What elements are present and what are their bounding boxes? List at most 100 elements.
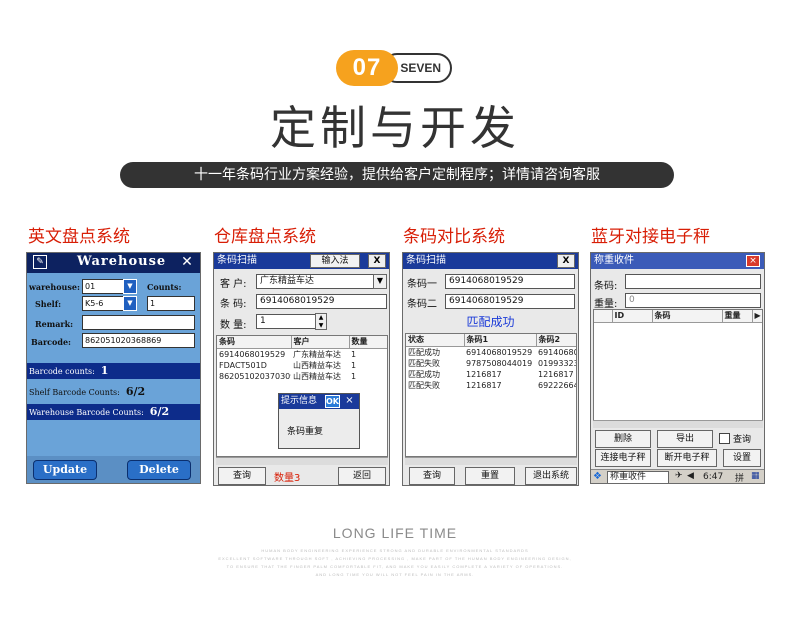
table-row[interactable]: 6914068019529 广东精益车达 1 [217,348,387,360]
exit-button[interactable]: 退出系统 [525,467,577,485]
table-cell: 9787508044019 [466,358,533,368]
compare-table: 状态 条码1 条码2 匹配成功 6914068019529 691406801 … [405,333,577,457]
table-row[interactable]: 862051020370309 山西精益车达 1 [217,371,387,382]
scroll-right-icon[interactable]: ▶ [752,310,762,323]
warehouse-counts-band: Warehouse Barcode Counts: 6/2 [27,404,200,420]
quantity-status: 数量3 [274,473,301,484]
shelf-counts-row: Shelf Barcode Counts: 6/2 [29,385,145,398]
reset-button[interactable]: 重置 [465,467,515,485]
table-header: 状态 条码1 条码2 [406,334,576,347]
quantity-stepper[interactable]: ▲ ▼ [315,313,327,330]
counts-input[interactable]: 1 [147,296,195,311]
table-row[interactable]: 匹配失败 9787508044019 019933232 [406,358,576,369]
network-icon[interactable]: ✈ [675,471,683,481]
table-header: 条码 客户 数量 [217,336,387,349]
customer-select[interactable]: 广东精益车达 [256,274,374,289]
horizontal-scrollbar[interactable] [216,457,388,465]
table-cell: 692226644 [538,380,576,390]
column-header: 条码 [217,336,292,349]
table-cell: 匹配失败 [408,380,440,390]
remark-input[interactable] [82,315,195,330]
footer-line: TO ENSURE THAT THE FINGER PALM COMFORTAB… [226,564,564,569]
input-method-button[interactable]: 输入法 [310,254,360,268]
query-button[interactable]: 查询 [218,467,266,485]
code1-input[interactable]: 6914068019529 [445,274,575,289]
speaker-icon[interactable]: ◀ [687,471,694,481]
screen-warehouse-inventory: 条码扫描 输入法 X 客 户: 广东精益车达 ▼ 条 码: 6914068019… [213,252,390,486]
taskbar-window[interactable]: 称重收件 [607,471,669,483]
query-button[interactable]: 查询 [409,467,455,485]
screen-bluetooth-scale: 称重收件 × 条码: 重量: 0 ID 条码 重量 ▶ 删除 导出 查询 连接电… [590,252,765,484]
table-cell: 1216817 [538,369,574,379]
code2-label: 条码二 [407,299,437,310]
barcode-input[interactable]: 6914068019529 [256,294,387,309]
delete-button[interactable]: 删除 [595,430,651,448]
table-cell: 山西精益车达 [293,360,341,370]
horizontal-scrollbar[interactable] [405,457,577,465]
popup-ok-button[interactable]: OK [325,395,340,408]
warehouse-select[interactable]: 01 [82,279,124,294]
barcode-input[interactable] [625,274,761,289]
table-cell: 6914068019529 [219,349,286,359]
caption-warehouse-inventory: 仓库盘点系统 [214,227,316,247]
table-cell: 019933232 [538,358,576,368]
table-cell: 1 [351,360,357,370]
table-cell: 匹配成功 [408,369,440,379]
page-title: 定制与开发 [270,101,520,155]
taskbar: ❖ 称重收件 ✈ ◀ 6:47 拼 ▦ [591,469,764,483]
horizontal-scrollbar[interactable] [593,420,763,428]
remark-label: Remark: [35,319,74,329]
popup-message: 条码重复 [287,427,324,437]
code2-input[interactable]: 6914068019529 [445,294,575,309]
table-cell: 匹配失败 [408,358,440,368]
column-header: 条码2 [536,334,576,347]
chevron-down-icon[interactable]: ▼ [123,279,137,294]
customer-label: 客 户: [220,279,247,290]
update-button[interactable]: Update [33,460,97,480]
window-title: 条码扫描 [217,255,257,266]
close-icon[interactable]: ✕ [178,254,196,271]
table-row[interactable]: 匹配失败 1216817 692226644 [406,380,576,391]
keyboard-icon[interactable]: ▦ [751,471,760,481]
footer-line: AND LONG TIME YOU WILL NOT FEEL PAIN IN … [315,572,475,577]
shelf-label: Shelf: [35,299,62,309]
column-header: 重量 [722,310,753,323]
table-row[interactable]: 匹配成功 6914068019529 691406801 [406,346,576,358]
close-icon[interactable]: X [557,254,575,268]
table-row[interactable]: FDACT501D 山西精益车达 1 [217,360,387,371]
windows-start-icon[interactable]: ❖ [593,471,602,482]
warehouse-counts-value: 6/2 [149,405,170,418]
close-icon[interactable]: X [368,254,386,268]
badge-number: 07 [336,50,398,86]
table-cell: 1 [351,371,357,381]
window-title: 称重收件 [594,255,634,266]
ime-indicator[interactable]: 拼 [735,471,744,483]
close-icon[interactable]: × [746,255,760,267]
delete-button[interactable]: Delete [127,460,191,480]
chevron-down-icon[interactable]: ▼ [123,296,137,311]
clock[interactable]: 6:47 [703,472,723,482]
close-icon[interactable]: × [342,395,357,408]
shelf-counts-value: 6/2 [125,385,146,398]
column-header: 客户 [291,336,350,349]
quantity-field[interactable]: 1 [256,314,316,329]
query-checkbox[interactable] [719,433,730,444]
barcode-input[interactable]: 862051020368869 [82,333,195,348]
table-cell: 1216817 [466,380,502,390]
back-button[interactable]: 返回 [338,467,386,485]
screen-barcode-compare: 条码扫描 X 条码一 6914068019529 条码二 69140680195… [402,252,579,486]
table-row[interactable]: 匹配成功 1216817 1216817 [406,369,576,380]
settings-button[interactable]: 设置 [723,449,761,467]
edit-icon[interactable]: ✎ [33,255,47,269]
table-cell: 1216817 [466,369,502,379]
export-button[interactable]: 导出 [657,430,713,448]
caption-barcode-compare: 条码对比系统 [403,227,505,247]
popup-dialog: 提示信息 OK × 条码重复 [278,393,360,449]
connect-scale-button[interactable]: 连接电子秤 [595,449,651,467]
shelf-select[interactable]: K5-6 [82,296,124,311]
title-bar: ✎ Warehouse ✕ [27,253,200,273]
chevron-down-icon[interactable]: ▼ [373,274,387,289]
disconnect-scale-button[interactable]: 断开电子秤 [657,449,717,467]
column-header: 状态 [406,334,465,347]
footer-line: EXCELLENT SOFTWARE THROUGH SOFT , ACHIEV… [218,556,572,561]
